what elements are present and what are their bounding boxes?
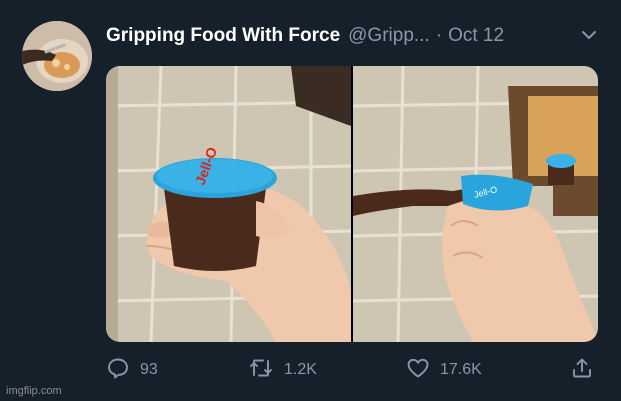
user-handle[interactable]: @Gripp...	[348, 25, 430, 47]
imgflip-watermark: imgflip.com	[6, 385, 62, 397]
share-icon	[570, 356, 594, 385]
reply-count: 93	[140, 361, 158, 378]
photo-hand-holding-cup: Jell-O	[106, 66, 351, 342]
reply-button[interactable]: 93	[106, 356, 158, 384]
photo-left[interactable]: Jell-O	[106, 66, 351, 342]
tweet-media[interactable]: Jell-O Jell-O	[106, 66, 598, 342]
like-icon	[406, 356, 430, 385]
tweet-actions: 93 1.2K 17.6K	[106, 356, 598, 384]
avatar[interactable]	[22, 21, 92, 91]
tweet-date[interactable]: Oct 12	[448, 25, 504, 47]
separator-dot: ·	[435, 25, 443, 46]
avatar-image	[22, 21, 92, 91]
display-name[interactable]: Gripping Food With Force	[106, 25, 340, 47]
share-button[interactable]	[570, 356, 594, 384]
retweet-count: 1.2K	[284, 361, 317, 378]
retweet-icon	[248, 356, 274, 385]
photo-squeezed-cup: Jell-O	[353, 66, 598, 342]
like-button[interactable]: 17.6K	[406, 356, 482, 384]
photo-right[interactable]: Jell-O	[353, 66, 598, 342]
tweet: Gripping Food With Force @Gripp... · Oct…	[0, 0, 621, 401]
retweet-button[interactable]: 1.2K	[248, 356, 317, 384]
reply-icon	[106, 356, 130, 385]
like-count: 17.6K	[440, 361, 482, 378]
chevron-down-icon[interactable]	[578, 24, 600, 46]
tweet-header: Gripping Food With Force @Gripp... · Oct…	[106, 22, 504, 50]
